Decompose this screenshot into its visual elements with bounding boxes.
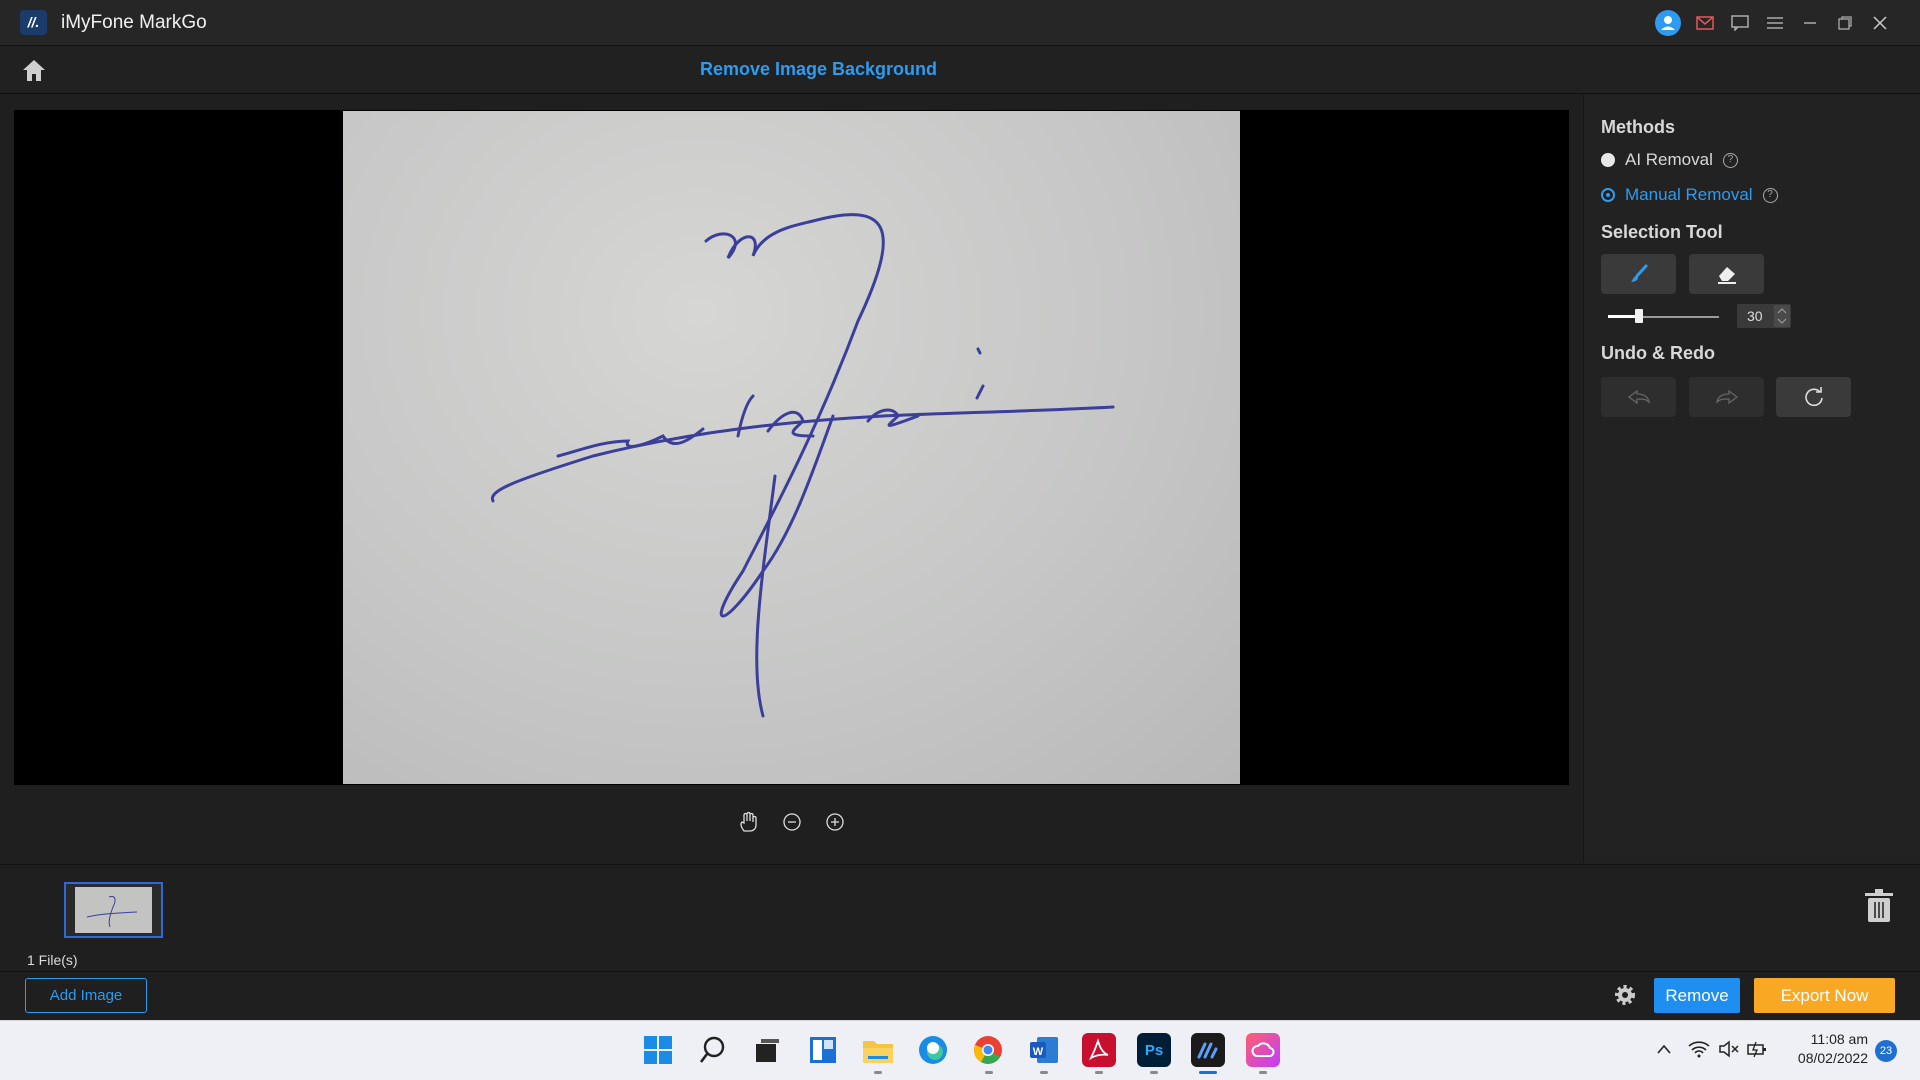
running-indicator: [1259, 1071, 1267, 1074]
edge-icon[interactable]: [916, 1033, 950, 1067]
acrobat-icon[interactable]: [1082, 1033, 1116, 1067]
add-image-button[interactable]: Add Image: [25, 978, 147, 1013]
clock-date[interactable]: 08/02/2022: [1784, 1050, 1868, 1066]
active-indicator: [1199, 1071, 1217, 1074]
eraser-tool-button[interactable]: [1689, 254, 1764, 294]
file-explorer-icon[interactable]: [861, 1033, 895, 1067]
svg-text:W: W: [1033, 1046, 1044, 1058]
manual-removal-label: Manual Removal: [1625, 185, 1753, 204]
chrome-icon[interactable]: [971, 1033, 1005, 1067]
reset-icon: [1804, 387, 1823, 407]
word-icon[interactable]: W: [1027, 1033, 1061, 1067]
user-icon[interactable]: [1655, 10, 1681, 36]
redo-button[interactable]: [1689, 377, 1764, 417]
brush-size-handle[interactable]: [1635, 309, 1643, 323]
restore-icon[interactable]: [1832, 10, 1858, 36]
running-indicator: [874, 1071, 882, 1074]
signature-image[interactable]: [343, 111, 1240, 784]
menu-icon[interactable]: [1762, 10, 1788, 36]
file-thumbnail[interactable]: [64, 882, 163, 938]
redo-icon: [1715, 389, 1738, 405]
thumbnail-image: [75, 887, 152, 933]
clock-time[interactable]: 11:08 am: [1784, 1031, 1868, 1047]
volume-muted-icon[interactable]: [1718, 1040, 1740, 1063]
trash-icon[interactable]: [1864, 888, 1894, 929]
selection-tool-title: Selection Tool: [1601, 222, 1723, 242]
manual-removal-radio[interactable]: [1601, 188, 1615, 202]
zoom-out-icon[interactable]: [779, 809, 805, 835]
undo-icon: [1627, 389, 1650, 405]
file-count: 1 File(s): [27, 952, 78, 968]
ai-removal-option[interactable]: AI Removal ?: [1601, 150, 1738, 170]
feedback-icon[interactable]: [1727, 10, 1753, 36]
mail-icon[interactable]: [1692, 10, 1718, 36]
notification-badge[interactable]: 23: [1875, 1040, 1897, 1062]
title-bar: //. iMyFone MarkGo: [0, 0, 1920, 46]
undo-button[interactable]: [1601, 377, 1676, 417]
wifi-icon[interactable]: [1688, 1040, 1710, 1063]
widgets-icon[interactable]: [806, 1033, 840, 1067]
remove-button[interactable]: Remove: [1654, 978, 1740, 1013]
page-title: Remove Image Background: [699, 59, 938, 79]
eraser-icon: [1717, 267, 1736, 284]
markgo-icon[interactable]: [1191, 1033, 1225, 1067]
methods-title: Methods: [1601, 117, 1675, 137]
zoom-in-icon[interactable]: [822, 809, 848, 835]
undo-redo-title: Undo & Redo: [1601, 343, 1715, 363]
start-icon[interactable]: [641, 1033, 675, 1067]
close-icon[interactable]: [1867, 10, 1893, 36]
app-logo: //.: [20, 10, 47, 35]
brush-tool-button[interactable]: [1601, 254, 1676, 294]
creative-cloud-icon[interactable]: [1246, 1033, 1280, 1067]
help-icon[interactable]: ?: [1722, 152, 1738, 168]
settings-icon[interactable]: [1612, 982, 1638, 1013]
settings-panel: [1583, 95, 1920, 863]
manual-removal-option[interactable]: Manual Removal ?: [1601, 185, 1778, 205]
hand-icon[interactable]: [735, 809, 761, 835]
brush-size-stepper[interactable]: [1774, 305, 1790, 327]
ai-removal-label: AI Removal: [1625, 150, 1713, 169]
running-indicator: [985, 1071, 993, 1074]
reset-button[interactable]: [1776, 377, 1851, 417]
brush-icon: [1630, 264, 1647, 282]
running-indicator: [1150, 1071, 1158, 1074]
app-title: iMyFone MarkGo: [61, 12, 207, 33]
export-now-button[interactable]: Export Now: [1754, 978, 1895, 1013]
minimize-icon[interactable]: [1797, 10, 1823, 36]
windows-taskbar: [0, 1020, 1920, 1080]
file-strip: [0, 864, 1920, 970]
help-icon[interactable]: ?: [1762, 187, 1778, 203]
chevron-up-icon[interactable]: [1656, 1042, 1672, 1060]
header-bar: Remove Image Background: [0, 47, 1920, 94]
running-indicator: [1040, 1071, 1048, 1074]
search-icon[interactable]: [696, 1033, 730, 1067]
ai-removal-radio[interactable]: [1601, 153, 1615, 167]
photoshop-icon[interactable]: Ps: [1137, 1033, 1171, 1067]
running-indicator: [1095, 1071, 1103, 1074]
task-view-icon[interactable]: [750, 1033, 784, 1067]
battery-icon[interactable]: [1746, 1040, 1768, 1063]
